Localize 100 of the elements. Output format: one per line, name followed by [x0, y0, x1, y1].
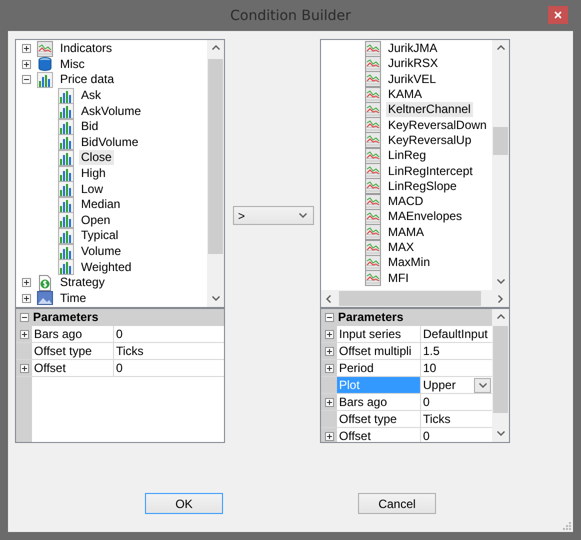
tree-item[interactable]: MAX	[386, 240, 416, 255]
scroll-right-icon[interactable]	[496, 294, 505, 303]
expand-icon[interactable]	[324, 398, 334, 406]
tree-item[interactable]: LinRegIntercept	[386, 164, 475, 179]
expand-icon[interactable]	[22, 60, 31, 69]
tree-item[interactable]: Volume	[79, 244, 124, 260]
tree-item[interactable]: KAMA	[386, 87, 424, 102]
expand-icon[interactable]	[20, 364, 28, 372]
tree-item[interactable]: Time	[58, 290, 88, 306]
property-value[interactable]: 10	[421, 360, 492, 376]
collapse-icon[interactable]	[22, 75, 31, 84]
scroll-down-icon[interactable]	[496, 277, 505, 286]
close-icon	[554, 11, 562, 19]
line-chart-icon	[37, 40, 53, 57]
tree-item[interactable]: JurikRSX	[386, 56, 440, 72]
cancel-button[interactable]: Cancel	[358, 493, 436, 514]
tree-item[interactable]: Strategy	[58, 275, 107, 290]
dropdown-button[interactable]	[474, 378, 491, 392]
tree-item[interactable]: MAMA	[386, 224, 426, 240]
collapse-icon[interactable]	[20, 312, 28, 322]
property-value[interactable]: 0	[114, 360, 224, 376]
line-chart-icon	[365, 178, 381, 194]
expand-icon[interactable]	[324, 432, 334, 440]
expand-icon[interactable]	[324, 346, 334, 356]
property-name[interactable]: Offset type	[32, 343, 114, 359]
expand-icon[interactable]	[22, 44, 31, 54]
scroll-thumb[interactable]	[493, 127, 508, 155]
tree-item[interactable]: Weighted	[79, 260, 134, 275]
tree-item[interactable]: MFI	[386, 270, 411, 286]
tree-item[interactable]: KeltnerChannel	[386, 102, 473, 118]
section-header: Parameters	[337, 310, 404, 324]
property-name[interactable]: Offset multipli	[337, 343, 421, 359]
collapse-icon[interactable]	[324, 312, 334, 322]
tree-item[interactable]: Bid	[79, 119, 100, 134]
tree-item[interactable]: Open	[79, 212, 112, 228]
expand-icon[interactable]	[20, 330, 28, 338]
property-name[interactable]: Bars ago	[337, 394, 421, 410]
operator-dropdown[interactable]: >	[233, 206, 314, 225]
line-chart-icon	[365, 71, 381, 88]
property-name[interactable]: Bars ago	[32, 326, 114, 342]
close-button[interactable]	[548, 6, 568, 24]
tree-item[interactable]: MAEnvelopes	[386, 209, 464, 224]
bar-chart-icon	[58, 212, 74, 228]
property-value[interactable]: 1.5	[421, 343, 492, 359]
scroll-thumb[interactable]	[339, 291, 481, 306]
ok-button[interactable]: OK	[145, 493, 223, 514]
tree-item[interactable]: KeyReversalUp	[386, 132, 474, 148]
line-chart-icon	[365, 148, 381, 164]
tree-item[interactable]: JurikJMA	[386, 41, 440, 56]
scroll-thumb[interactable]	[208, 59, 223, 254]
property-name[interactable]: Period	[337, 360, 421, 376]
horizontal-scrollbar[interactable]	[321, 290, 509, 307]
vertical-scrollbar[interactable]	[207, 40, 224, 307]
tree-item[interactable]: JurikVEL	[386, 72, 438, 87]
tree-item[interactable]: MACD	[386, 194, 426, 210]
tree-item[interactable]: BidVolume	[79, 134, 140, 150]
scroll-down-icon[interactable]	[211, 294, 220, 303]
bar-chart-icon	[58, 88, 74, 104]
bar-chart-icon	[58, 134, 74, 150]
tree-item[interactable]: KeyReversalDown	[386, 118, 489, 133]
property-name[interactable]: Input series	[337, 326, 421, 342]
line-chart-icon	[365, 163, 381, 180]
tree-item[interactable]: Close	[79, 150, 114, 166]
property-value[interactable]: DefaultInput	[421, 326, 492, 342]
bar-chart-icon	[58, 118, 74, 135]
tree-item[interactable]: Median	[79, 197, 122, 212]
tree-item[interactable]: High	[79, 166, 108, 182]
property-value[interactable]: 0	[421, 394, 492, 410]
tree-item[interactable]: LinRegSlope	[386, 178, 459, 194]
expand-icon[interactable]	[22, 294, 31, 303]
caret-icon[interactable]	[478, 380, 487, 390]
expand-icon[interactable]	[22, 278, 31, 288]
tree-item[interactable]: Misc	[58, 56, 87, 72]
line-chart-icon	[365, 194, 381, 210]
property-name[interactable]: Offset	[337, 428, 421, 442]
tree-item[interactable]: LinReg	[386, 148, 428, 164]
vertical-scrollbar[interactable]	[492, 40, 509, 290]
caret-icon[interactable]	[298, 211, 307, 220]
vertical-scrollbar[interactable]	[492, 309, 509, 442]
property-name[interactable]: Offset	[32, 360, 114, 376]
tree-item[interactable]: Typical	[79, 228, 120, 244]
scroll-down-icon[interactable]	[496, 429, 505, 438]
tree-item[interactable]: Price data	[58, 72, 116, 88]
image-icon	[37, 290, 53, 306]
expand-icon[interactable]	[324, 330, 334, 338]
property-value[interactable]: Ticks	[421, 411, 492, 427]
scroll-left-icon[interactable]	[325, 294, 334, 303]
tree-item[interactable]: Indicators	[58, 41, 114, 56]
property-value[interactable]: 0	[114, 326, 224, 342]
property-name[interactable]: Offset type	[337, 411, 421, 427]
expand-icon[interactable]	[324, 364, 334, 372]
scroll-thumb[interactable]	[493, 326, 508, 413]
tree-item[interactable]: AskVolume	[79, 104, 144, 119]
line-chart-icon	[365, 56, 381, 72]
tree-item[interactable]: Ask	[79, 88, 104, 104]
tree-item[interactable]: Low	[79, 182, 106, 197]
tree-item[interactable]: MaxMin	[386, 255, 432, 270]
property-value[interactable]: Ticks	[114, 343, 224, 359]
resize-grip-icon[interactable]	[563, 522, 571, 530]
property-value[interactable]: 0	[421, 428, 492, 442]
